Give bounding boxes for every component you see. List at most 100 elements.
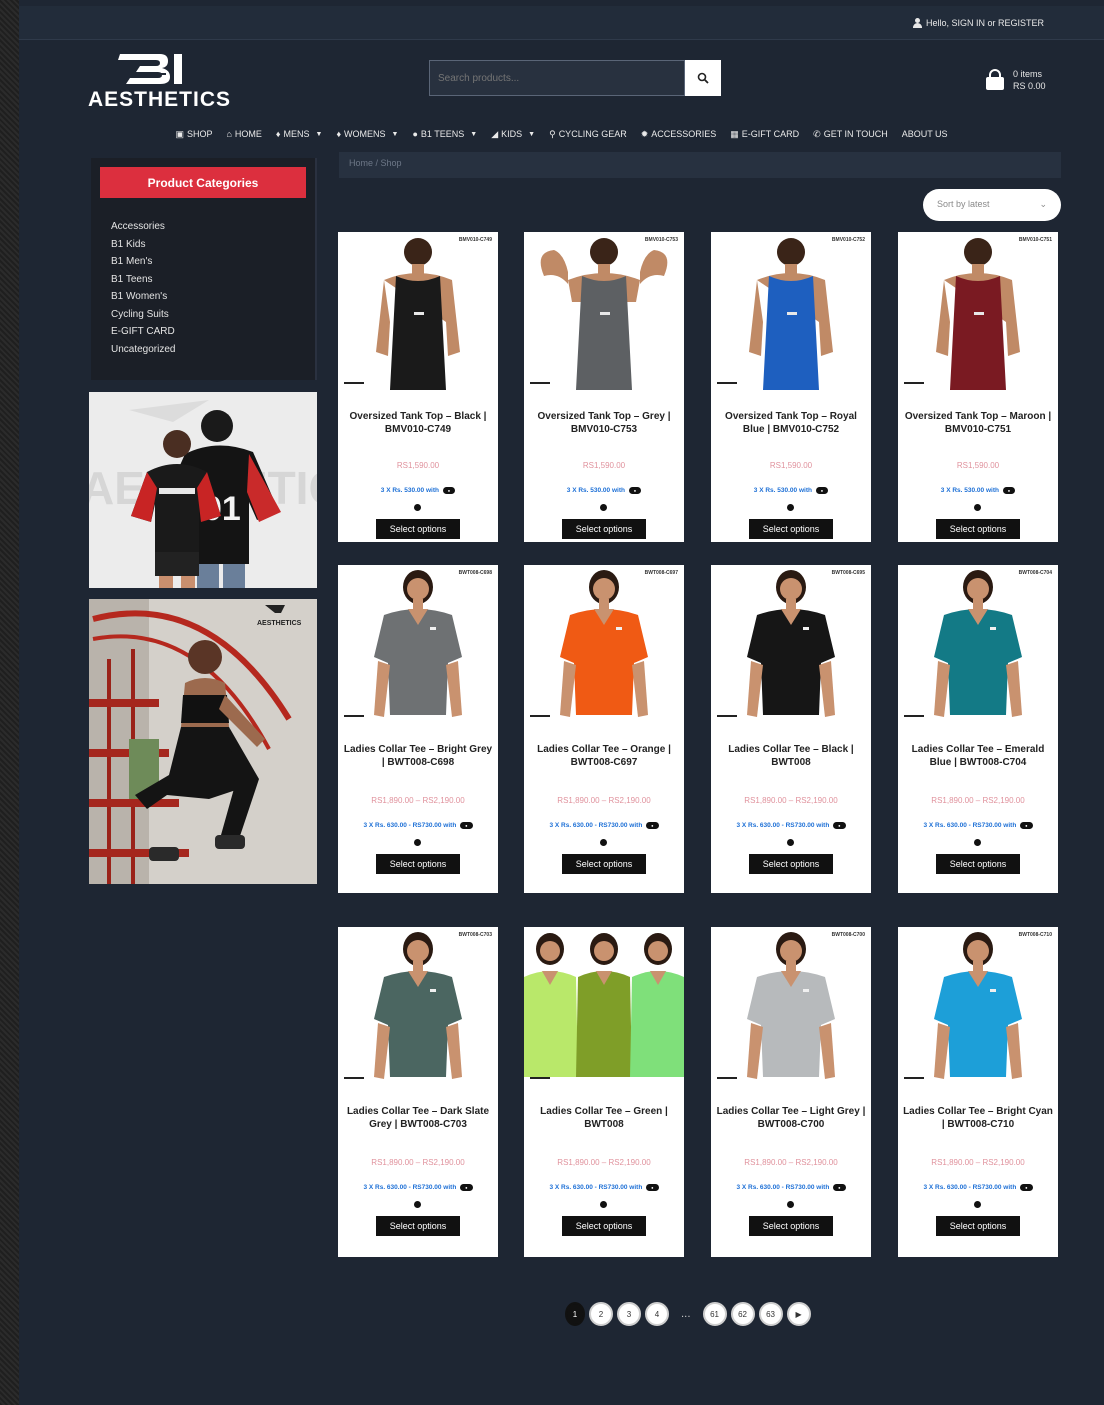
- promo-banner-couple[interactable]: AESTHETICS 01: [89, 392, 317, 588]
- product-image[interactable]: BMV010-C752: [711, 232, 871, 394]
- page-3[interactable]: 3: [617, 1302, 641, 1326]
- info-icon[interactable]: [414, 839, 421, 846]
- sort-select[interactable]: Sort by latest ⌄: [923, 189, 1061, 221]
- nav-mens[interactable]: ♦ MENS ▼: [276, 129, 323, 139]
- user-icon: [912, 18, 922, 28]
- product-image[interactable]: BWT008-C695: [711, 565, 871, 727]
- nav-b1-teens[interactable]: ● B1 TEENS ▼: [412, 129, 477, 139]
- product-image[interactable]: BWT008-C700: [711, 927, 871, 1089]
- next-page-button[interactable]: ▶: [786, 1302, 811, 1326]
- select-options-button[interactable]: Select options: [749, 519, 833, 539]
- category-link[interactable]: Cycling Suits: [111, 306, 175, 324]
- product-image[interactable]: BWT008-C710: [898, 927, 1058, 1089]
- select-options-button[interactable]: Select options: [376, 854, 460, 874]
- info-icon[interactable]: [600, 504, 607, 511]
- promo-banner-athlete[interactable]: AESTHETICS: [89, 599, 317, 884]
- select-options-button[interactable]: Select options: [749, 1216, 833, 1236]
- nav-about-us[interactable]: ABOUT US: [902, 129, 948, 139]
- product-title[interactable]: Ladies Collar Tee – Bright Cyan | BWT008…: [902, 1105, 1054, 1131]
- select-options-button[interactable]: Select options: [936, 519, 1020, 539]
- product-card[interactable]: BWT008-C704 Ladies Collar Tee – Emerald …: [898, 565, 1058, 893]
- product-card[interactable]: BWT008-C710 Ladies Collar Tee – Bright C…: [898, 927, 1058, 1257]
- product-image[interactable]: BWT008-C697: [524, 565, 684, 727]
- product-title[interactable]: Oversized Tank Top – Maroon | BMV010-C75…: [902, 410, 1054, 436]
- page-61[interactable]: 61: [702, 1302, 727, 1326]
- info-icon[interactable]: [974, 504, 981, 511]
- site-logo[interactable]: AESTHETICS: [88, 50, 230, 111]
- info-icon[interactable]: [600, 839, 607, 846]
- nav-home[interactable]: ⌂ HOME: [226, 129, 261, 139]
- info-icon[interactable]: [414, 504, 421, 511]
- product-title[interactable]: Ladies Collar Tee – Dark Slate Grey | BW…: [342, 1105, 494, 1131]
- product-card[interactable]: BWT008-C700 Ladies Collar Tee – Light Gr…: [711, 927, 871, 1257]
- nav-kids[interactable]: ◢ KIDS ▼: [491, 129, 535, 140]
- breadcrumb[interactable]: Home / Shop: [339, 152, 1061, 178]
- product-card[interactable]: BWT008-C697 Ladies Collar Tee – Orange |…: [524, 565, 684, 893]
- select-options-button[interactable]: Select options: [936, 854, 1020, 874]
- page-62[interactable]: 62: [730, 1302, 755, 1326]
- page-63[interactable]: 63: [758, 1302, 783, 1326]
- product-card[interactable]: Ladies Collar Tee – Green | BWT008 RS1,8…: [524, 927, 684, 1257]
- select-options-button[interactable]: Select options: [562, 519, 646, 539]
- category-link[interactable]: B1 Kids: [111, 236, 175, 254]
- account-link[interactable]: Hello, SIGN IN or REGISTER: [912, 18, 1044, 28]
- product-title[interactable]: Ladies Collar Tee – Orange | BWT008-C697: [528, 743, 680, 769]
- select-options-button[interactable]: Select options: [376, 519, 460, 539]
- product-card[interactable]: BMV010-C751 Oversized Tank Top – Maroon …: [898, 232, 1058, 542]
- category-link[interactable]: B1 Women's: [111, 288, 175, 306]
- info-icon[interactable]: [974, 1201, 981, 1208]
- category-link[interactable]: B1 Teens: [111, 271, 175, 289]
- product-title[interactable]: Oversized Tank Top – Royal Blue | BMV010…: [715, 410, 867, 436]
- nav-accessories[interactable]: ✹ ACCESSORIES: [641, 129, 717, 140]
- product-title[interactable]: Ladies Collar Tee – Emerald Blue | BWT00…: [902, 743, 1054, 769]
- product-image[interactable]: BWT008-C698: [338, 565, 498, 727]
- info-icon[interactable]: [787, 504, 794, 511]
- page-2[interactable]: 2: [589, 1302, 613, 1326]
- product-image[interactable]: BMV010-C751: [898, 232, 1058, 394]
- cart-widget[interactable]: 0 items RS 0.00: [983, 64, 1063, 96]
- brand-mark-icon: [904, 382, 924, 388]
- info-icon[interactable]: [600, 1201, 607, 1208]
- product-image[interactable]: BWT008-C704: [898, 565, 1058, 727]
- category-link[interactable]: Accessories: [111, 218, 175, 236]
- nav-womens[interactable]: ♦ WOMENS ▼: [336, 129, 398, 139]
- product-title[interactable]: Oversized Tank Top – Grey | BMV010-C753: [528, 410, 680, 436]
- chevron-down-icon: ▼: [528, 130, 536, 138]
- select-options-button[interactable]: Select options: [562, 1216, 646, 1236]
- product-image[interactable]: BWT008-C703: [338, 927, 498, 1089]
- product-image[interactable]: BMV010-C749: [338, 232, 498, 394]
- product-title[interactable]: Ladies Collar Tee – Light Grey | BWT008-…: [715, 1105, 867, 1131]
- category-link[interactable]: B1 Men's: [111, 253, 175, 271]
- search-input[interactable]: [429, 60, 685, 96]
- page-1[interactable]: 1: [565, 1302, 585, 1326]
- product-title[interactable]: Ladies Collar Tee – Black | BWT008: [715, 743, 867, 769]
- info-icon[interactable]: [974, 839, 981, 846]
- payment-provider-badge: ●: [460, 822, 473, 829]
- info-icon[interactable]: [414, 1201, 421, 1208]
- nav-e-gift-card[interactable]: ▦ E-GIFT CARD: [730, 129, 799, 140]
- select-options-button[interactable]: Select options: [749, 854, 833, 874]
- product-title[interactable]: Ladies Collar Tee – Green | BWT008: [528, 1105, 680, 1131]
- nav-shop[interactable]: ▣ SHOP: [175, 129, 212, 140]
- info-icon[interactable]: [787, 839, 794, 846]
- product-card[interactable]: BWT008-C703 Ladies Collar Tee – Dark Sla…: [338, 927, 498, 1257]
- product-title[interactable]: Oversized Tank Top – Black | BMV010-C749: [342, 410, 494, 436]
- page-4[interactable]: 4: [645, 1302, 669, 1326]
- select-options-button[interactable]: Select options: [936, 1216, 1020, 1236]
- select-options-button[interactable]: Select options: [376, 1216, 460, 1236]
- product-card[interactable]: BMV010-C749 Oversized Tank Top – Black |…: [338, 232, 498, 542]
- product-card[interactable]: BMV010-C753 Oversized Tank Top – Grey | …: [524, 232, 684, 542]
- product-image[interactable]: [524, 927, 684, 1089]
- nav-get-in-touch[interactable]: ✆ GET IN TOUCH: [813, 129, 888, 140]
- nav-cycling-gear[interactable]: ⚲ CYCLING GEAR: [549, 129, 627, 140]
- category-link[interactable]: E-GIFT CARD: [111, 323, 175, 341]
- search-button[interactable]: [685, 60, 721, 96]
- product-title[interactable]: Ladies Collar Tee – Bright Grey | BWT008…: [342, 743, 494, 769]
- select-options-button[interactable]: Select options: [562, 854, 646, 874]
- product-image[interactable]: BMV010-C753: [524, 232, 684, 394]
- product-card[interactable]: BWT008-C695 Ladies Collar Tee – Black | …: [711, 565, 871, 893]
- product-card[interactable]: BMV010-C752 Oversized Tank Top – Royal B…: [711, 232, 871, 542]
- info-icon[interactable]: [787, 1201, 794, 1208]
- product-card[interactable]: BWT008-C698 Ladies Collar Tee – Bright G…: [338, 565, 498, 893]
- category-link[interactable]: Uncategorized: [111, 341, 175, 359]
